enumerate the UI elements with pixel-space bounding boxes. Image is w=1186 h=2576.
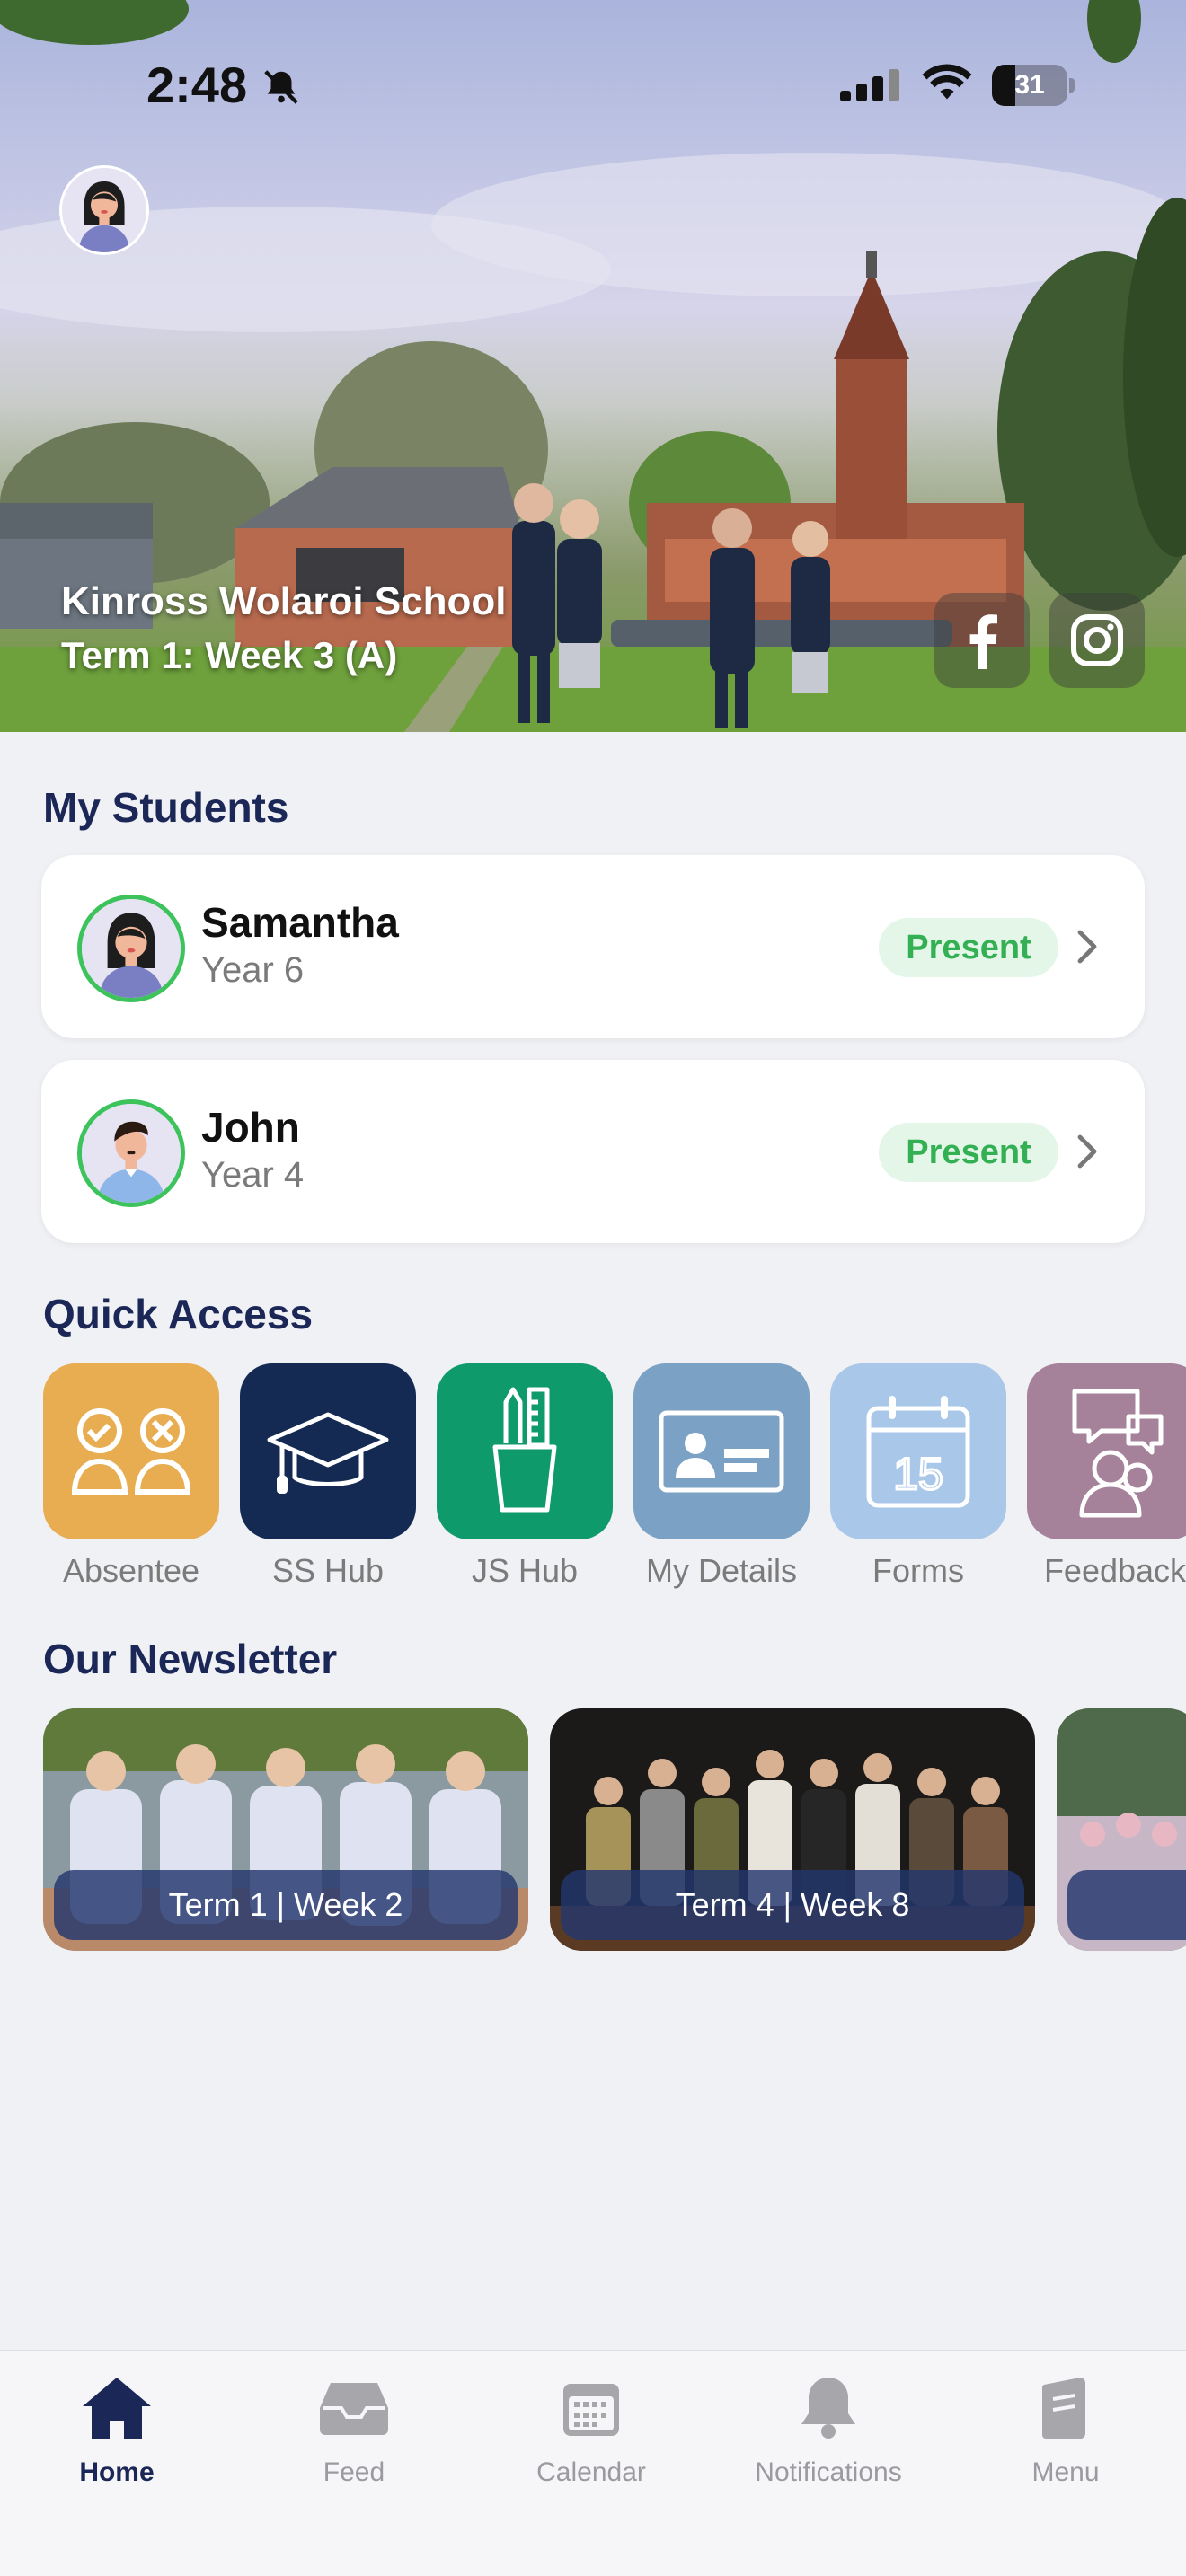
qa-label: My Details xyxy=(645,1552,798,1589)
qa-label: Forms xyxy=(872,1552,964,1589)
battery-percent: 31 xyxy=(1014,70,1045,100)
newsletter-card-term4-week8[interactable]: Term 4 | Week 8 xyxy=(550,1708,1035,1951)
wifi-icon xyxy=(922,64,972,100)
qa-tile xyxy=(437,1363,613,1539)
instagram-button[interactable] xyxy=(1049,593,1145,688)
qa-label: SS Hub xyxy=(271,1552,385,1589)
calendar-15-icon: 15 xyxy=(866,1396,970,1508)
quick-access-forms[interactable]: 15 Forms xyxy=(830,1363,1006,1590)
student-name: John xyxy=(201,1104,300,1151)
silent-mode-icon xyxy=(264,70,298,104)
absentee-icon xyxy=(71,1408,191,1495)
hero-banner: 2:48 31 Kinross Wolaroi School Term 1: W… xyxy=(0,0,1186,732)
student-year: Year 4 xyxy=(201,1155,305,1195)
bottom-tab-bar: Home Feed Calendar Notifications Menu xyxy=(0,2350,1186,2576)
newsletter-card-term1-week2[interactable]: Term 1 | Week 2 xyxy=(43,1708,528,1951)
qa-tile xyxy=(1027,1363,1186,1539)
student-name: Samantha xyxy=(201,899,399,946)
newsletter-heading: Our Newsletter xyxy=(43,1636,338,1682)
qa-tile xyxy=(43,1363,219,1539)
cellular-signal-icon xyxy=(840,69,899,101)
attendance-status-badge: Present xyxy=(879,1123,1058,1182)
newsletter-label: Term 1 | Week 2 xyxy=(54,1870,518,1940)
student-card-john[interactable]: John Year 4 Present xyxy=(41,1060,1145,1243)
qa-tile xyxy=(633,1363,810,1539)
student-avatar xyxy=(77,1099,185,1207)
inbox-icon xyxy=(320,2383,388,2435)
tab-label: Calendar xyxy=(536,2457,646,2487)
newsletter-row: Term 1 | Week 2 Term 4 | Week 8 xyxy=(43,1708,1186,1951)
instagram-icon xyxy=(1071,614,1123,666)
id-card-icon xyxy=(659,1410,784,1493)
bell-icon xyxy=(801,2378,855,2439)
chevron-right-icon xyxy=(1077,930,1097,964)
newsletter-card-partial[interactable] xyxy=(1057,1708,1186,1951)
graduation-cap-icon xyxy=(267,1412,389,1494)
newsletter-label: Term 4 | Week 8 xyxy=(561,1870,1024,1940)
quick-access-ss-hub[interactable]: SS Hub xyxy=(240,1363,416,1590)
chevron-right-icon xyxy=(1077,1134,1097,1169)
tab-calendar[interactable]: Calendar xyxy=(483,2368,699,2488)
newsletter-label xyxy=(1067,1870,1186,1940)
quick-access-js-hub[interactable]: JS Hub xyxy=(437,1363,613,1590)
attendance-status-badge: Present xyxy=(879,918,1058,977)
status-bar: 2:48 31 xyxy=(0,0,1186,171)
tab-label: Notifications xyxy=(755,2457,902,2487)
qa-label: Absentee xyxy=(62,1552,200,1589)
home-icon xyxy=(83,2378,151,2439)
girl-avatar-icon xyxy=(82,899,181,998)
svg-text:15: 15 xyxy=(893,1449,943,1499)
tab-label: Feed xyxy=(323,2457,385,2487)
qa-tile xyxy=(240,1363,416,1539)
school-term: Term 1: Week 3 (A) xyxy=(61,634,398,676)
school-name: Kinross Wolaroi School xyxy=(61,579,507,623)
qa-label: JS Hub xyxy=(471,1552,579,1589)
qa-label: Feedback xyxy=(1043,1552,1186,1589)
tab-notifications[interactable]: Notifications xyxy=(721,2368,936,2488)
student-card-samantha[interactable]: Samantha Year 6 Present xyxy=(41,855,1145,1038)
status-time: 2:48 xyxy=(146,57,248,113)
student-year: Year 6 xyxy=(201,950,305,990)
quick-access-absentee[interactable]: Absentee xyxy=(43,1363,219,1590)
feedback-icon xyxy=(1072,1389,1164,1518)
pencil-cup-icon xyxy=(492,1387,557,1513)
menu-book-icon xyxy=(1041,2378,1086,2439)
tab-label: Home xyxy=(79,2457,155,2487)
tab-home[interactable]: Home xyxy=(9,2368,225,2488)
quick-access-heading: Quick Access xyxy=(43,1291,314,1337)
facebook-button[interactable] xyxy=(934,593,1030,688)
facebook-icon xyxy=(969,614,997,669)
qa-tile: 15 xyxy=(830,1363,1006,1539)
calendar-icon xyxy=(563,2384,619,2436)
student-avatar xyxy=(77,895,185,1002)
tab-menu[interactable]: Menu xyxy=(958,2368,1173,2488)
parent-avatar-icon xyxy=(62,168,146,252)
quick-access-my-details[interactable]: My Details xyxy=(633,1363,810,1590)
quick-access-feedback[interactable]: Feedback xyxy=(1027,1363,1186,1590)
battery-indicator: 31 xyxy=(992,65,1075,106)
boy-avatar-icon xyxy=(82,1104,181,1203)
profile-avatar[interactable] xyxy=(59,165,149,255)
tab-feed[interactable]: Feed xyxy=(246,2368,462,2488)
quick-access-row: Absentee SS Hub JS Hub My Details 15 For… xyxy=(43,1363,1186,1597)
tab-label: Menu xyxy=(1031,2457,1100,2487)
my-students-heading: My Students xyxy=(43,784,289,831)
